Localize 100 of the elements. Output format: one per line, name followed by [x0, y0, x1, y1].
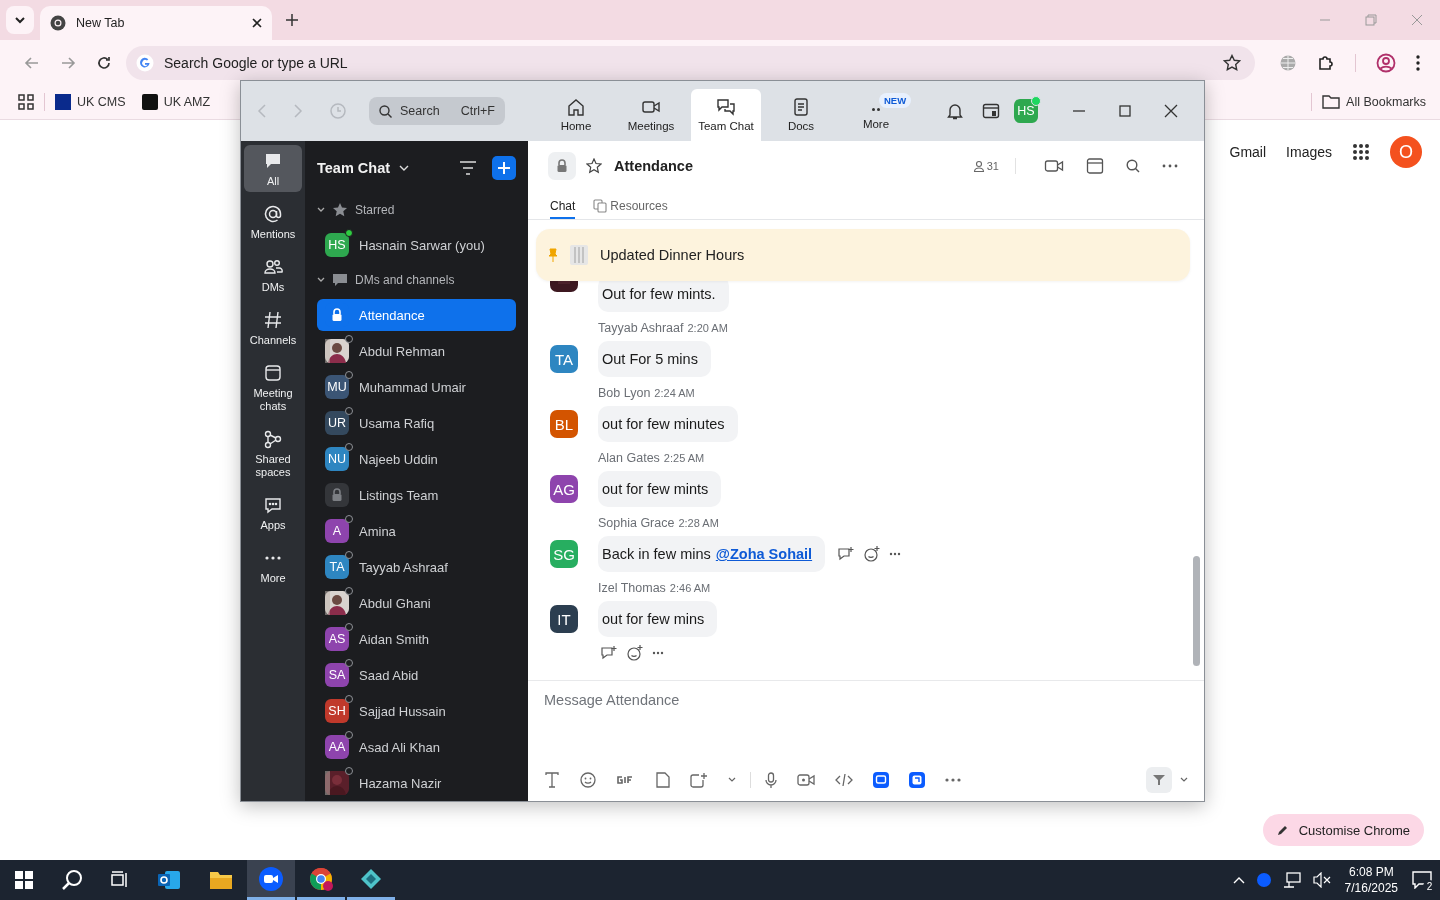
- app-square-icon[interactable]: [909, 772, 925, 788]
- send-button[interactable]: [1146, 767, 1172, 793]
- chat-list-item[interactable]: UR Usama Rafiq: [317, 407, 516, 439]
- channel-tab[interactable]: Resources: [593, 191, 668, 217]
- maximize-icon[interactable]: [1118, 104, 1132, 118]
- profile-icon[interactable]: [1376, 52, 1396, 73]
- author-name[interactable]: Bob Lyon: [598, 386, 651, 400]
- more-icon[interactable]: [652, 651, 664, 655]
- more-icon[interactable]: [889, 552, 902, 556]
- mail-app-icon[interactable]: [157, 869, 181, 891]
- video-camera-icon[interactable]: [797, 773, 815, 787]
- calendar-icon[interactable]: [1086, 157, 1104, 175]
- rail-item[interactable]: Apps: [244, 489, 302, 536]
- all-bookmarks-button[interactable]: All Bookmarks: [1322, 95, 1426, 109]
- chat-list-item[interactable]: SA Saad Abid: [317, 659, 516, 691]
- chat-list-item[interactable]: Attendance: [317, 299, 516, 331]
- chat-list-item[interactable]: SH Sajjad Hussain: [317, 695, 516, 727]
- author-name[interactable]: Tayyab Ashraaf: [598, 321, 684, 335]
- rail-item[interactable]: Mentions: [244, 198, 302, 245]
- section-header[interactable]: DMs and channels: [317, 265, 516, 295]
- text-format-icon[interactable]: [544, 772, 560, 788]
- reply-icon[interactable]: [600, 645, 618, 661]
- scrollbar-thumb[interactable]: [1193, 556, 1200, 666]
- bookmark[interactable]: UK CMS: [55, 94, 126, 110]
- tab-search-button[interactable]: [6, 6, 34, 34]
- chat-list-item[interactable]: AS Aidan Smith: [317, 623, 516, 655]
- author-name[interactable]: Alan Gates: [598, 451, 660, 465]
- task-view-icon[interactable]: [111, 871, 129, 889]
- customise-chrome-button[interactable]: Customise Chrome: [1262, 814, 1424, 846]
- calendar-icon[interactable]: [982, 102, 1000, 120]
- avatar[interactable]: BL: [550, 410, 578, 438]
- section-header[interactable]: Starred: [317, 195, 516, 225]
- bookmark[interactable]: UK AMZ: [141, 94, 211, 110]
- code-icon[interactable]: [835, 773, 853, 787]
- apps-grid-icon[interactable]: [1352, 143, 1370, 161]
- chat-list-item[interactable]: HS Hasnain Sarwar (you): [317, 229, 516, 261]
- add-reaction-icon[interactable]: [626, 645, 644, 661]
- zoom-app-button[interactable]: [247, 860, 295, 900]
- back-arrow-icon[interactable]: [24, 54, 40, 71]
- more-icon[interactable]: [1162, 164, 1178, 168]
- file-icon[interactable]: [656, 772, 670, 788]
- chevron-down-icon[interactable]: [399, 164, 410, 172]
- chat-list-item[interactable]: TA Tayyab Ashraaf: [317, 551, 516, 583]
- puzzle-icon[interactable]: [1317, 53, 1335, 72]
- author-name[interactable]: Sophia Grace: [598, 516, 675, 530]
- screenshot-icon[interactable]: [690, 772, 708, 788]
- pinned-message-banner[interactable]: Updated Dinner Hours: [536, 229, 1190, 281]
- chat-list-item[interactable]: Abdul Rehman: [317, 335, 516, 367]
- mention-link[interactable]: @Zoha Sohail: [715, 546, 813, 562]
- close-icon[interactable]: [1164, 104, 1178, 118]
- chat-list-item[interactable]: AA Asad Ali Khan: [317, 731, 516, 763]
- chat-list-item[interactable]: NU Najeeb Uddin: [317, 443, 516, 475]
- channel-tab[interactable]: Chat: [550, 191, 576, 219]
- search-icon[interactable]: [61, 869, 83, 891]
- avatar[interactable]: IT: [550, 605, 578, 633]
- header-link[interactable]: Gmail: [1229, 144, 1267, 160]
- emoji-icon[interactable]: [580, 772, 596, 788]
- header-link[interactable]: Images: [1286, 144, 1332, 160]
- reload-icon[interactable]: [96, 54, 112, 71]
- rail-item[interactable]: All: [244, 145, 302, 192]
- clock[interactable]: 6:08 PM 7/16/2025: [1344, 864, 1398, 896]
- browser-tab[interactable]: New Tab: [40, 6, 272, 40]
- forward-arrow-icon[interactable]: [60, 54, 76, 71]
- caret-icon[interactable]: [728, 777, 736, 783]
- rail-item[interactable]: Shared spaces: [244, 423, 302, 483]
- search-icon[interactable]: [1126, 159, 1140, 173]
- folder-icon[interactable]: [209, 870, 233, 890]
- avatar[interactable]: TA: [550, 345, 578, 373]
- panel-title[interactable]: Team Chat: [317, 160, 391, 176]
- chat-list-item[interactable]: A Amina: [317, 515, 516, 547]
- members-button[interactable]: 31: [972, 160, 999, 172]
- rail-item[interactable]: DMs: [244, 251, 302, 298]
- chat-list-item[interactable]: Listings Team: [317, 479, 516, 511]
- microphone-icon[interactable]: [765, 772, 777, 788]
- chat-list-item[interactable]: Hazama Nazir: [317, 767, 516, 799]
- chat-list-item[interactable]: MU Muhammad Umair: [317, 371, 516, 403]
- network-icon[interactable]: [1282, 872, 1301, 888]
- star-icon[interactable]: [1223, 53, 1241, 72]
- new-chat-button[interactable]: [492, 156, 516, 180]
- author-name[interactable]: Izel Thomas: [598, 581, 666, 595]
- chevron-up-icon[interactable]: [1232, 876, 1245, 884]
- add-reaction-icon[interactable]: [863, 546, 882, 562]
- chat-list-item[interactable]: Abdul Ghani: [317, 587, 516, 619]
- nav-tab[interactable]: NEW More: [841, 89, 911, 141]
- star-icon[interactable]: [586, 158, 602, 174]
- search-field[interactable]: Search Ctrl+F: [369, 97, 505, 125]
- notifications-button[interactable]: 2: [1412, 871, 1432, 889]
- app-square-icon[interactable]: [873, 772, 889, 788]
- muted-speaker-icon[interactable]: [1312, 872, 1331, 888]
- more-icon[interactable]: [945, 778, 961, 782]
- zoom-tray-icon[interactable]: [1256, 873, 1271, 887]
- apps-grid-icon[interactable]: [18, 94, 34, 110]
- video-camera-icon[interactable]: [1044, 158, 1064, 174]
- new-tab-icon[interactable]: [286, 14, 298, 26]
- avatar[interactable]: AG: [550, 475, 578, 503]
- kebab-menu-icon[interactable]: [1416, 54, 1420, 71]
- windows-start-icon[interactable]: [15, 871, 33, 889]
- close-icon[interactable]: [252, 18, 262, 28]
- nav-tab[interactable]: Team Chat: [691, 89, 761, 141]
- rail-item[interactable]: Channels: [244, 304, 302, 351]
